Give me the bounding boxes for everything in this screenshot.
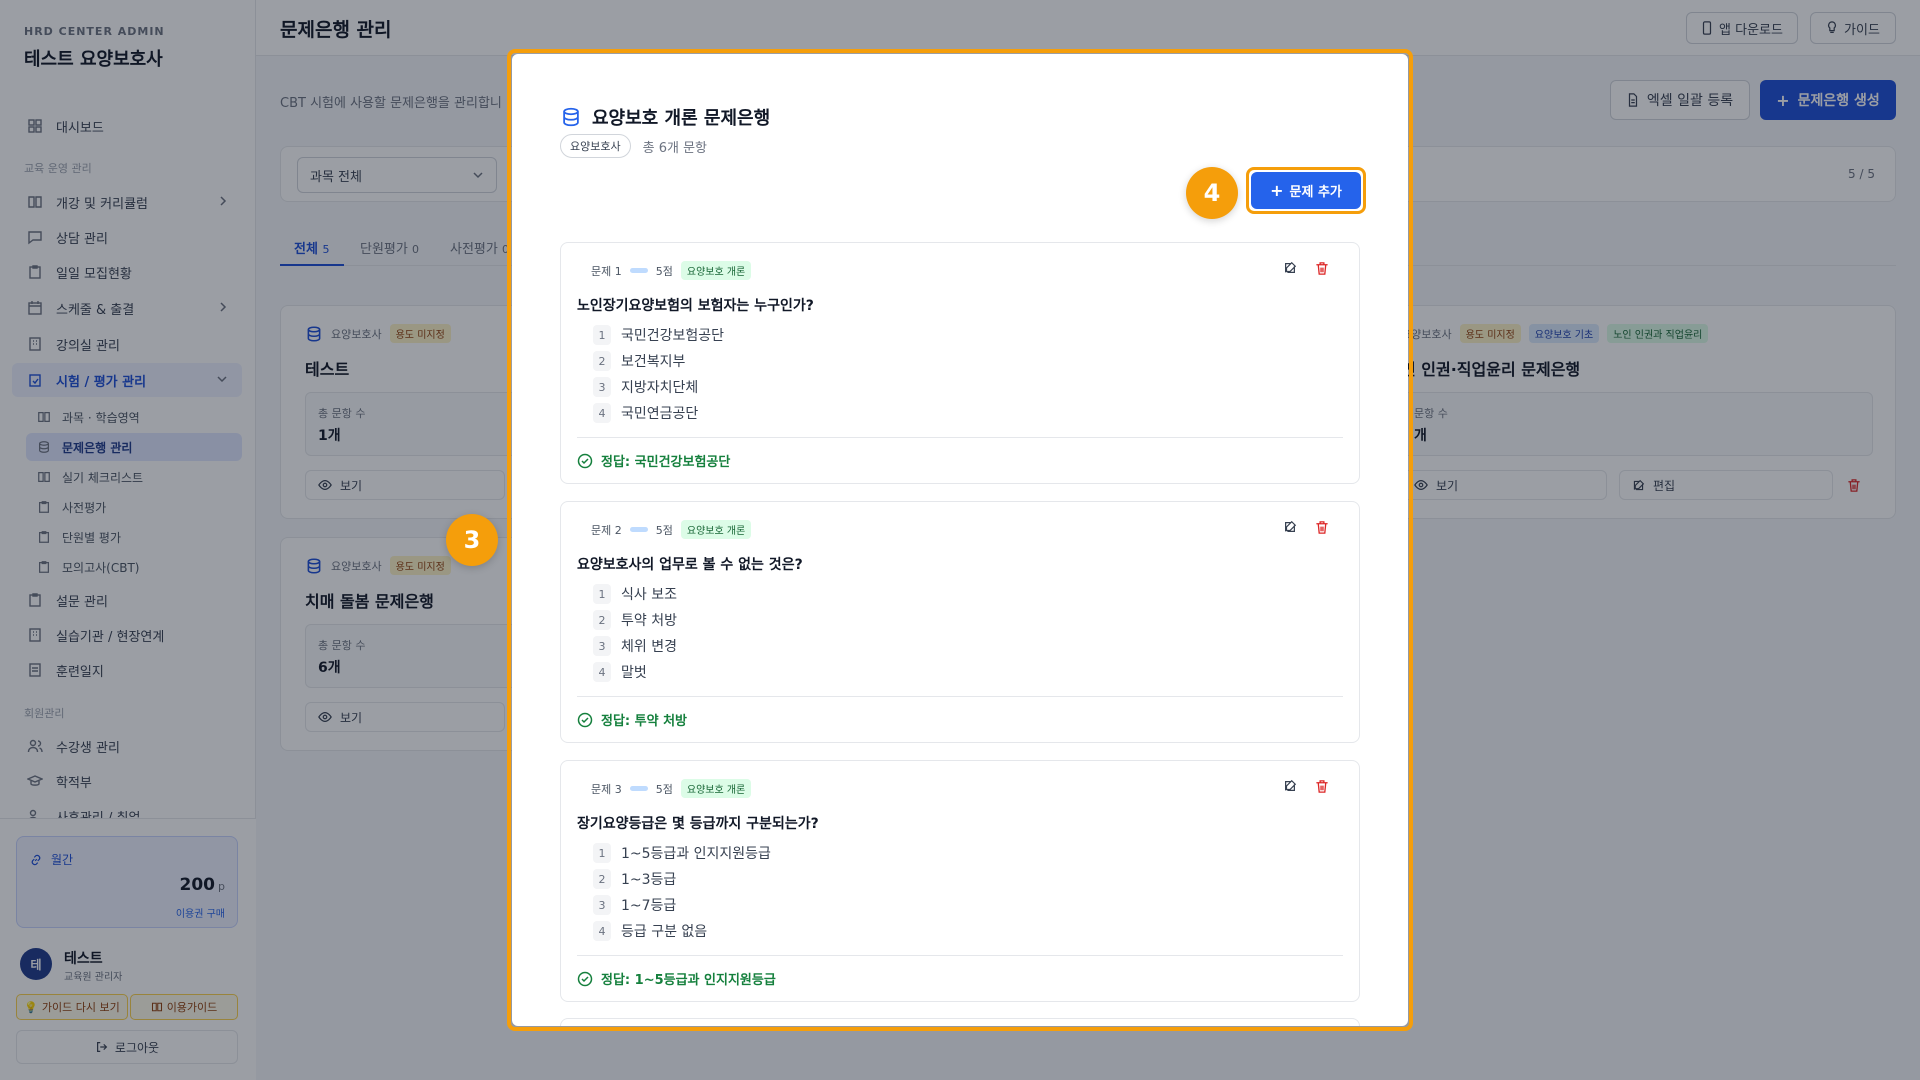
question-bank-modal: 요양보호 개론 문제은행 요양보호사 총 6개 문항 + 문제 추가 문제 1 … — [512, 54, 1408, 1026]
option: 4 등급 구분 없음 — [593, 921, 707, 941]
divider — [577, 437, 1343, 438]
option: 4 말벗 — [593, 662, 647, 682]
answer: 정답: 1~5등급과 인지지원등급 — [577, 969, 776, 988]
question-card — [560, 1018, 1360, 1026]
option: 1 국민건강보험공단 — [593, 325, 724, 345]
question-text: 노인장기요양보험의 보험자는 누구인가? — [577, 298, 814, 314]
question-meta: 문제 2 5점 요양보호 개론 — [591, 520, 752, 539]
question-text: 요양보호사의 업무로 볼 수 없는 것은? — [577, 557, 803, 573]
divider — [577, 955, 1343, 956]
edit-icon[interactable] — [1283, 261, 1297, 276]
question-meta: 문제 1 5점 요양보호 개론 — [591, 261, 752, 280]
difficulty-bar — [629, 527, 648, 532]
step-badge-3: 3 — [446, 514, 498, 566]
trash-icon[interactable] — [1315, 261, 1329, 276]
question-card: 문제 3 5점 요양보호 개론 장기요양등급은 몇 등급까지 구분되는가? 11… — [560, 760, 1360, 1002]
org-badge: 요양보호사 — [560, 134, 631, 158]
option: 1 1~5등급과 인지지원등급 — [593, 843, 771, 863]
edit-icon[interactable] — [1283, 779, 1297, 794]
plus-icon: + — [1270, 181, 1284, 200]
modal-title: 요양보호 개론 문제은행 — [560, 104, 770, 130]
check-circle-icon — [577, 712, 593, 728]
subject-badge: 요양보호 개론 — [680, 520, 752, 539]
difficulty-bar — [629, 786, 648, 791]
answer: 정답: 국민건강보험공단 — [577, 451, 730, 470]
question-actions — [1283, 520, 1329, 535]
option: 2 보건복지부 — [593, 351, 685, 371]
option: 3 체위 변경 — [593, 636, 677, 656]
question-actions — [1283, 261, 1329, 276]
option: 3 1~7등급 — [593, 895, 676, 915]
modal-subtitle: 요양보호사 총 6개 문항 — [560, 134, 707, 158]
subject-badge: 요양보호 개론 — [680, 779, 752, 798]
difficulty-bar — [629, 268, 648, 273]
question-text: 장기요양등급은 몇 등급까지 구분되는가? — [577, 816, 819, 832]
total-count: 총 6개 문항 — [642, 140, 707, 156]
trash-icon[interactable] — [1315, 779, 1329, 794]
check-circle-icon — [577, 971, 593, 987]
question-card: 문제 2 5점 요양보호 개론 요양보호사의 업무로 볼 수 없는 것은? 1식… — [560, 501, 1360, 743]
database-icon — [560, 106, 582, 128]
question-card: 문제 1 5점 요양보호 개론 노인장기요양보험의 보험자는 누구인가? 1 국민… — [560, 242, 1360, 484]
edit-icon[interactable] — [1283, 520, 1297, 535]
option: 2 1~3등급 — [593, 869, 676, 889]
check-circle-icon — [577, 453, 593, 469]
answer: 정답: 투약 처방 — [577, 710, 687, 729]
option: 3 지방자치단체 — [593, 377, 698, 397]
option: 1 식사 보조 — [593, 584, 677, 604]
option: 4 국민연금공단 — [593, 403, 698, 423]
question-meta: 문제 3 5점 요양보호 개론 — [591, 779, 752, 798]
question-actions — [1283, 779, 1329, 794]
subject-badge: 요양보호 개론 — [680, 261, 752, 280]
option: 2 투약 처방 — [593, 610, 677, 630]
divider — [577, 696, 1343, 697]
add-question-button[interactable]: + 문제 추가 — [1251, 172, 1361, 209]
step-badge-4: 4 — [1186, 167, 1238, 219]
trash-icon[interactable] — [1315, 520, 1329, 535]
